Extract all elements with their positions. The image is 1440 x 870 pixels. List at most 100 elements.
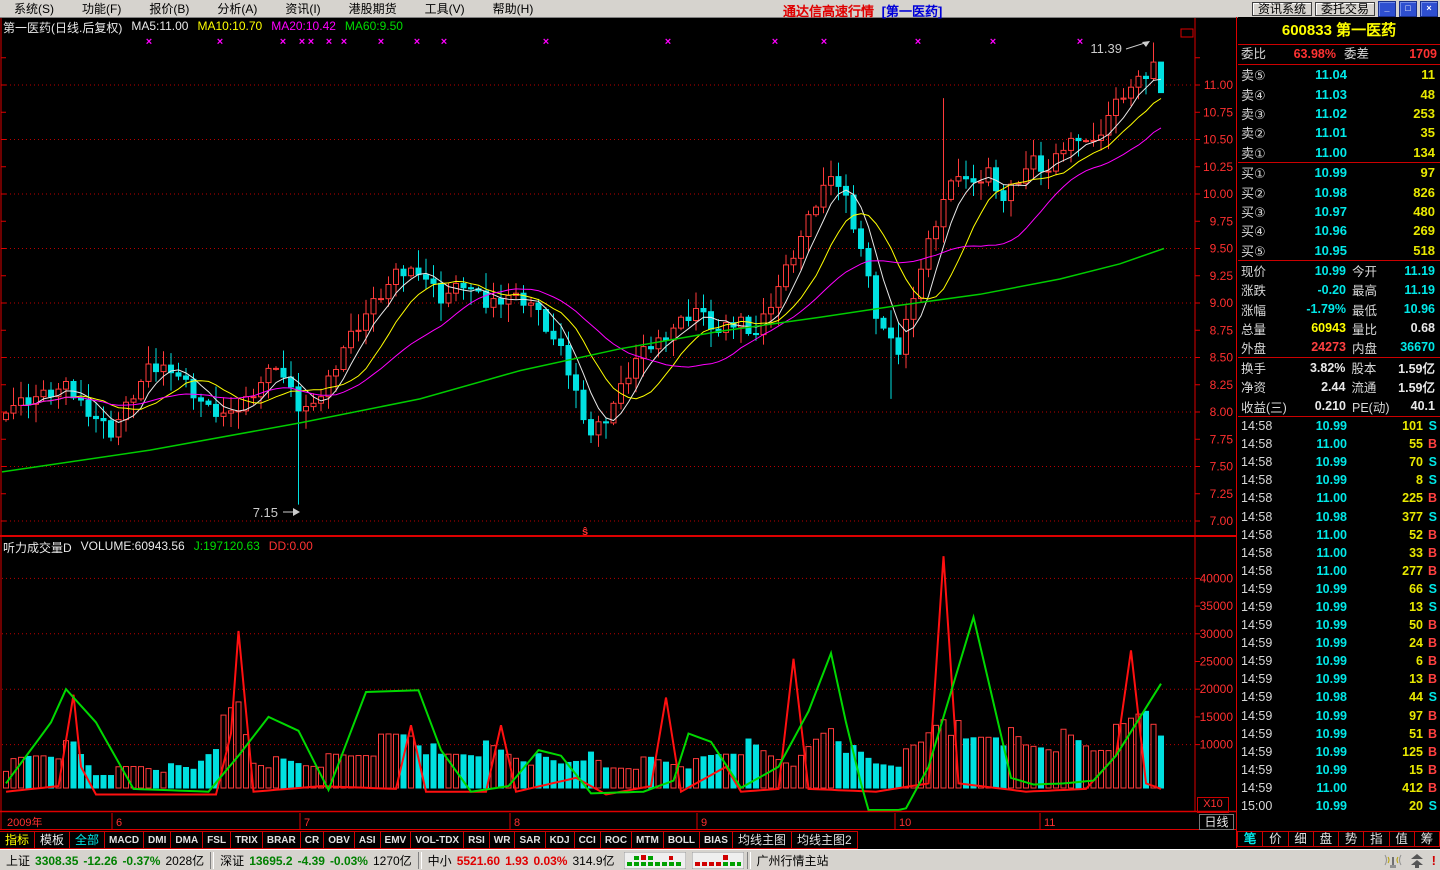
svg-text:×: × (915, 36, 921, 48)
trade-button[interactable]: 委托交易 (1314, 2, 1375, 16)
tick-row: 14:59 10.99 125 B (1241, 744, 1437, 759)
bid-row[interactable]: 买③ 10.97 480 (1238, 202, 1440, 221)
ask-row[interactable]: 卖③ 11.02 253 (1238, 104, 1440, 123)
restore-button[interactable]: □ (1399, 1, 1417, 17)
ask-queue: 卖⑤ 11.04 11 卖④ 11.03 48 卖③ 11.02 253 卖② 11.01 35 卖① 1… (1238, 65, 1440, 163)
bid-row[interactable]: 买① 10.99 97 (1238, 163, 1440, 182)
upload-arrows-icon[interactable] (1410, 853, 1424, 869)
tick-row: 14:59 10.99 66 S (1241, 581, 1437, 596)
ma10-value: MA10:10.70 (197, 19, 263, 33)
ask-row[interactable]: 卖② 11.01 35 (1238, 123, 1440, 142)
svg-text:8: 8 (514, 817, 520, 829)
tab-mtm[interactable]: MTM (631, 831, 664, 849)
tab-main-chart-1[interactable]: 均线主图 (731, 831, 792, 849)
tab-fsl[interactable]: FSL (202, 831, 232, 849)
tab-bias[interactable]: BIAS (699, 831, 733, 849)
svg-text:×: × (378, 36, 384, 48)
bid-row[interactable]: 买② 10.98 826 (1238, 182, 1440, 201)
svg-text:10.50: 10.50 (1203, 133, 1233, 147)
tick-row: 15:00 10.99 20 S (1241, 799, 1437, 814)
svg-text:×: × (665, 36, 671, 48)
tab-asi[interactable]: ASI (353, 831, 381, 849)
svg-text:7: 7 (304, 817, 310, 829)
quote-info-row: 收益(三) 0.210 PE(动) 40.1 (1241, 399, 1435, 415)
quote-tab-指[interactable]: 指 (1363, 831, 1390, 847)
quote-tab-价[interactable]: 价 (1262, 831, 1289, 847)
tab-template[interactable]: 模板 (34, 831, 71, 849)
svg-text:7.75: 7.75 (1210, 432, 1234, 446)
volume-bars (3, 701, 1164, 789)
tab-emv[interactable]: EMV (379, 831, 412, 849)
quote-tab-细[interactable]: 细 (1287, 831, 1314, 847)
close-button[interactable]: × (1420, 1, 1438, 17)
quote-tab-笔[interactable]: 笔 (1237, 831, 1264, 847)
ask-row[interactable]: 卖⑤ 11.04 11 (1238, 65, 1440, 84)
candles (3, 42, 1164, 505)
tab-macd[interactable]: MACD (104, 831, 145, 849)
quote-tab-势[interactable]: 势 (1338, 831, 1365, 847)
tab-kdj[interactable]: KDJ (544, 831, 575, 849)
svg-text:25000: 25000 (1200, 655, 1234, 669)
tab-dma[interactable]: DMA (170, 831, 204, 849)
tick-row: 14:59 10.99 51 B (1241, 726, 1437, 741)
svg-text:8.50: 8.50 (1210, 351, 1234, 365)
stock-code-name: 600833 第一医药 (1238, 17, 1440, 45)
index-segment-深证[interactable]: 深证 13695.2 -4.39 -0.03% 1270亿 (214, 852, 418, 869)
tab-rsi[interactable]: RSI (463, 831, 490, 849)
tab-boll[interactable]: BOLL (662, 831, 701, 849)
svg-text:7.15: 7.15 (253, 505, 278, 520)
tab-main-chart-2[interactable]: 均线主图2 (790, 831, 858, 849)
info-system-button[interactable]: 资讯系统 (1251, 2, 1312, 16)
tab-indicator[interactable]: 指标 (0, 831, 36, 849)
bid-row[interactable]: 买④ 10.96 269 (1238, 221, 1440, 240)
tab-brar[interactable]: BRAR (261, 831, 301, 849)
quote-panel: 600833 第一医药 委比 63.98% 委差 1709 卖⑤ 11.04 11 卖… (1237, 17, 1440, 848)
svg-text:10000: 10000 (1200, 738, 1234, 752)
tick-row: 14:58 11.00 277 B (1241, 563, 1437, 578)
tab-cr[interactable]: CR (299, 831, 325, 849)
ask-row[interactable]: 卖④ 11.03 48 (1238, 84, 1440, 103)
ask-row[interactable]: 卖① 11.00 134 (1238, 143, 1440, 162)
quote-info-row: 涨幅 -1.79% 最低 10.96 (1241, 302, 1435, 318)
bid-row[interactable]: 买⑤ 10.95 518 (1238, 241, 1440, 260)
minimize-button[interactable]: _ (1378, 1, 1396, 17)
quote-info-block-1: 现价 10.99 今开 11.19 涨跌 -0.20 最高 11.19 涨幅 -1.79% 最低 10… (1238, 261, 1440, 358)
tick-row: 14:58 11.00 52 B (1241, 527, 1437, 542)
svg-text:11.39: 11.39 (1090, 41, 1122, 56)
volume-multiplier-badge: X10 (1197, 797, 1229, 813)
weibi-value: 63.98% (1293, 47, 1336, 61)
svg-text:×: × (299, 36, 305, 48)
svg-text:8.00: 8.00 (1210, 405, 1234, 419)
quote-tab-盘[interactable]: 盘 (1312, 831, 1339, 847)
tab-wr[interactable]: WR (488, 831, 516, 849)
tab-all[interactable]: 全部 (69, 831, 106, 849)
candlestick-chart[interactable]: × × × × × × × × × × × × × × × × ×11.0010.7510.5010.2510.… (0, 0, 1238, 850)
alert-icon[interactable]: ! (1432, 853, 1436, 868)
tab-cci[interactable]: CCI (573, 831, 601, 849)
tab-vol-tdx[interactable]: VOL-TDX (410, 831, 465, 849)
svg-text:9: 9 (701, 817, 707, 829)
index-segment-中小[interactable]: 中小 5521.60 1.93 0.03% 314.9亿 (422, 852, 621, 869)
tab-roc[interactable]: ROC (599, 831, 633, 849)
price-axis-labels: 11.00 10.75 10.50 10.25 10.00 9.75 9.50 9.25 9.0… (1203, 78, 1233, 528)
period-selector[interactable]: 日线 (1199, 814, 1234, 830)
quote-info-row: 净资 2.44 流通 1.59亿 (1241, 379, 1435, 396)
quote-tab-值[interactable]: 值 (1388, 831, 1415, 847)
index-segment-上证[interactable]: 上证 3308.35 -12.26 -0.37% 2028亿 (0, 852, 210, 869)
bid-queue: 买① 10.99 97 买② 10.98 826 买③ 10.97 480 买④ 10.96 269 买… (1238, 163, 1440, 261)
tab-dmi[interactable]: DMI (143, 831, 172, 849)
svg-text:×: × (821, 36, 827, 48)
quote-info-row: 外盘 24273 内盘 36670 (1241, 340, 1435, 356)
tab-sar[interactable]: SAR (514, 831, 546, 849)
quote-info-block-2: 换手 3.82% 股本 1.59亿 净资 2.44 流通 1.59亿 收益(三) 0.210 PE(… (1238, 358, 1440, 417)
svg-text:×: × (1077, 36, 1083, 48)
svg-text:2009年: 2009年 (7, 815, 42, 829)
tick-row: 14:59 10.99 50 B (1241, 618, 1437, 633)
tab-obv[interactable]: OBV (323, 831, 355, 849)
quote-tab-筹[interactable]: 筹 (1413, 831, 1440, 847)
svg-text:10.75: 10.75 (1203, 105, 1233, 119)
svg-text:8.75: 8.75 (1210, 323, 1234, 337)
tab-trix[interactable]: TRIX (230, 831, 263, 849)
svg-text:×: × (326, 36, 332, 48)
titlebar-buttons: 资讯系统 委托交易 _ □ × (1251, 1, 1438, 17)
